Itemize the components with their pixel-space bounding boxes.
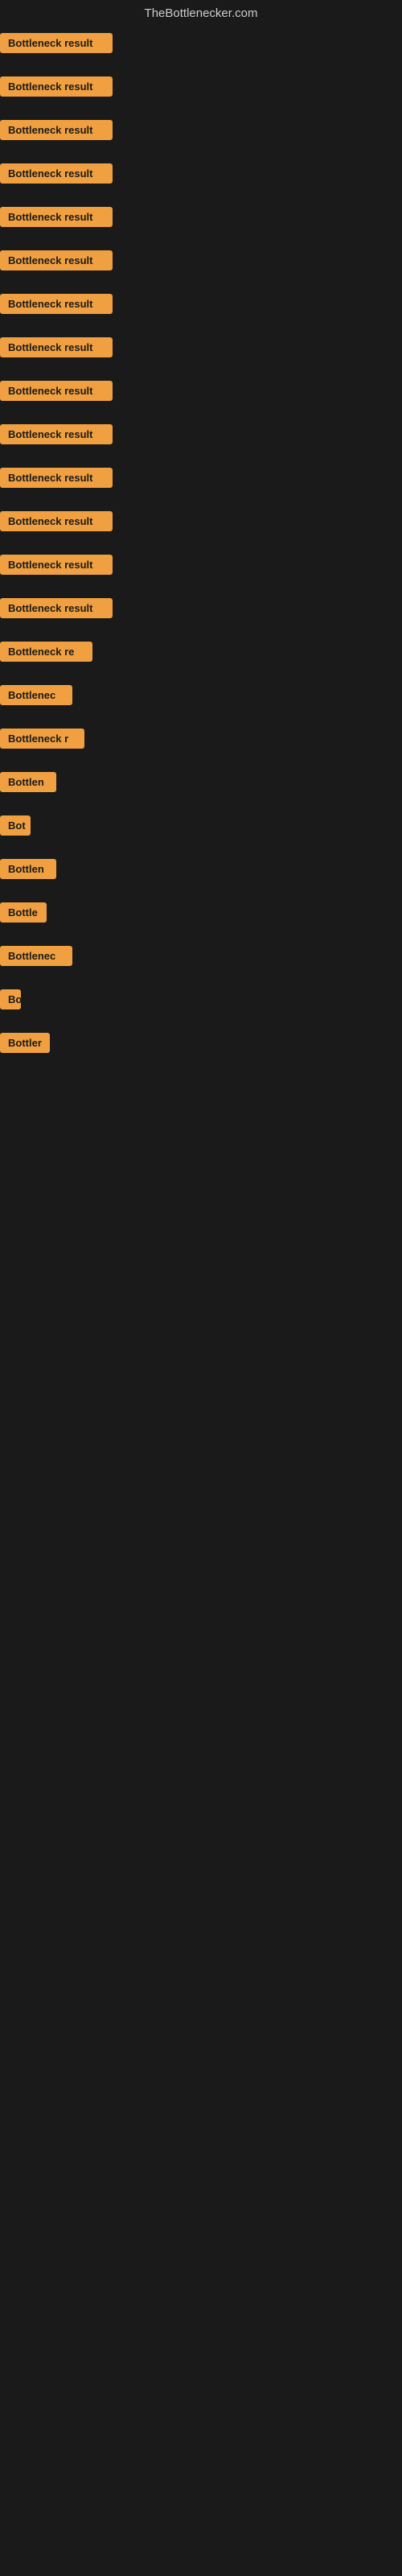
list-item: Bottleneck result: [0, 30, 402, 73]
list-item: Bottleneck result: [0, 595, 402, 638]
list-item: Bottler: [0, 1030, 402, 1073]
bottleneck-badge[interactable]: Bo: [0, 989, 21, 1009]
bottleneck-badge[interactable]: Bottleneck result: [0, 120, 113, 140]
bottleneck-badge[interactable]: Bottleneck result: [0, 76, 113, 97]
site-header: TheBottlenecker.com: [0, 0, 402, 30]
bottleneck-badge[interactable]: Bottlenec: [0, 946, 72, 966]
list-item: Bottleneck result: [0, 334, 402, 378]
bottleneck-badge[interactable]: Bottleneck result: [0, 33, 113, 53]
bottleneck-badge[interactable]: Bottlen: [0, 772, 56, 792]
list-item: Bottleneck result: [0, 421, 402, 464]
list-item: Bottle: [0, 899, 402, 943]
list-item: Bottleneck result: [0, 551, 402, 595]
bottleneck-badge[interactable]: Bottleneck result: [0, 511, 113, 531]
items-container: Bottleneck result Bottleneck result Bottle…: [0, 30, 402, 1073]
bottleneck-badge[interactable]: Bottleneck r: [0, 729, 84, 749]
list-item: Bottleneck re: [0, 638, 402, 682]
list-item: Bottlenec: [0, 943, 402, 986]
bottleneck-badge[interactable]: Bottleneck result: [0, 381, 113, 401]
bottleneck-badge[interactable]: Bottleneck result: [0, 250, 113, 270]
bottleneck-badge[interactable]: Bottleneck result: [0, 207, 113, 227]
list-item: Bottleneck result: [0, 247, 402, 291]
list-item: Bottleneck result: [0, 291, 402, 334]
bottleneck-badge[interactable]: Bottlen: [0, 859, 56, 879]
bottleneck-badge[interactable]: Bottleneck result: [0, 468, 113, 488]
bottleneck-badge[interactable]: Bottle: [0, 902, 47, 923]
bottleneck-badge[interactable]: Bot: [0, 815, 31, 836]
list-item: Bot: [0, 812, 402, 856]
list-item: Bo: [0, 986, 402, 1030]
list-item: Bottleneck result: [0, 160, 402, 204]
list-item: Bottlen: [0, 769, 402, 812]
list-item: Bottleneck r: [0, 725, 402, 769]
list-item: Bottleneck result: [0, 464, 402, 508]
bottleneck-badge[interactable]: Bottleneck result: [0, 424, 113, 444]
list-item: Bottlenec: [0, 682, 402, 725]
list-item: Bottleneck result: [0, 73, 402, 117]
bottleneck-badge[interactable]: Bottleneck result: [0, 163, 113, 184]
bottleneck-badge[interactable]: Bottleneck re: [0, 642, 92, 662]
list-item: Bottleneck result: [0, 117, 402, 160]
bottleneck-badge[interactable]: Bottleneck result: [0, 555, 113, 575]
list-item: Bottleneck result: [0, 378, 402, 421]
bottleneck-badge[interactable]: Bottleneck result: [0, 598, 113, 618]
list-item: Bottleneck result: [0, 508, 402, 551]
list-item: Bottlen: [0, 856, 402, 899]
bottleneck-badge[interactable]: Bottleneck result: [0, 294, 113, 314]
bottleneck-badge[interactable]: Bottlenec: [0, 685, 72, 705]
list-item: Bottleneck result: [0, 204, 402, 247]
bottleneck-badge[interactable]: Bottleneck result: [0, 337, 113, 357]
bottleneck-badge[interactable]: Bottler: [0, 1033, 50, 1053]
